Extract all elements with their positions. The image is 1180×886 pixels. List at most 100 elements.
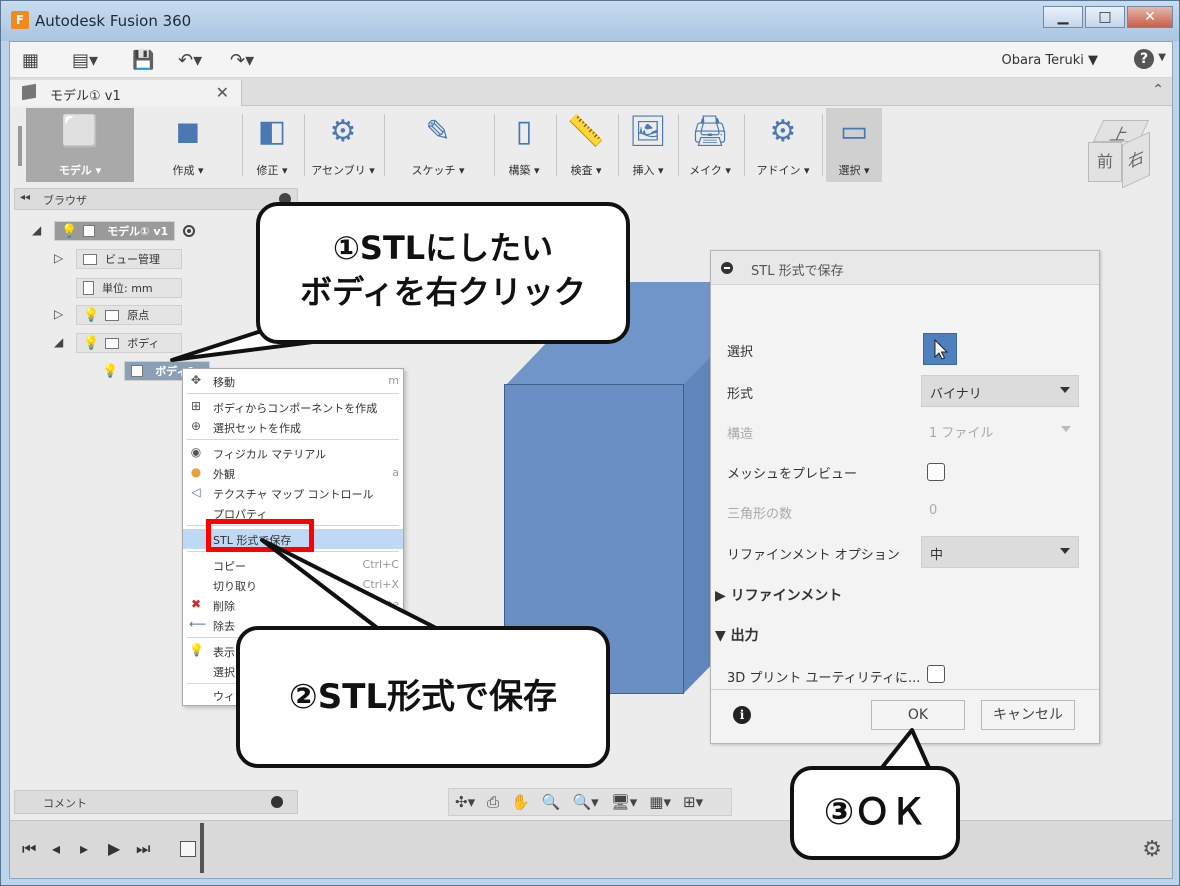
tree-root-row[interactable]: ◢ 💡 モデル① v1: [32, 220, 196, 242]
close-button[interactable]: ✕: [1127, 6, 1173, 28]
ribbon-select-menu[interactable]: ▭ 選択 ▾: [826, 108, 882, 182]
step-forward-icon[interactable]: ▸: [80, 839, 88, 858]
file-menu-icon[interactable]: ▤▾: [72, 50, 98, 71]
ribbon-label-construct: 構築 ▾: [508, 164, 540, 177]
zoom-icon[interactable]: 🔍: [542, 793, 561, 811]
quick-access-toolbar: ▦ ▤▾ 💾 ↶▾ ↷▾ Obara Teruki ▼ ? ▼: [10, 42, 1172, 78]
info-icon[interactable]: i: [733, 706, 751, 724]
settings-gear-icon[interactable]: ⚙: [1142, 837, 1162, 862]
tree-item-view[interactable]: ▷ ビュー管理: [54, 248, 182, 270]
ribbon-make-menu[interactable]: 🖨 メイク ▾: [682, 108, 738, 182]
timeline-body-feature-icon[interactable]: [180, 841, 196, 857]
ribbon-assembly-menu[interactable]: ⚙ アセンブリ ▾: [308, 108, 378, 182]
ribbon-insert-menu[interactable]: 🖼 挿入 ▾: [622, 108, 674, 182]
redo-icon[interactable]: ↷▾: [230, 50, 254, 71]
comments-title: コメント: [43, 797, 87, 810]
tree-item-origin[interactable]: ▷ 💡 原点: [54, 304, 182, 326]
material-sphere-icon: ◉: [190, 445, 202, 459]
ribbon-addins-menu[interactable]: ⚙ アドイン ▾: [748, 108, 818, 182]
tree-node-bodies[interactable]: 💡 ボディ: [76, 333, 182, 353]
ribbon-construct-menu[interactable]: ▯ 構築 ▾: [498, 108, 550, 182]
ribbon-inspect-menu[interactable]: 📏 検査 ▾: [560, 108, 612, 182]
tree-item-label: ビュー管理: [105, 253, 160, 266]
menu-item-create-selection-set[interactable]: ⊕ 選択セットを作成: [183, 417, 403, 437]
format-dropdown[interactable]: バイナリ: [921, 375, 1079, 407]
menu-item-move[interactable]: ✥ 移動 m: [183, 371, 403, 391]
tree-node-origin[interactable]: 💡 原点: [76, 305, 182, 325]
print-utility-checkbox[interactable]: [927, 665, 945, 683]
viewcube-front-face[interactable]: 前: [1088, 142, 1122, 182]
visibility-bulb-icon[interactable]: 💡: [83, 336, 99, 351]
help-icon[interactable]: ?: [1134, 49, 1154, 69]
menu-item-label: ボディからコンポーネントを作成: [213, 402, 378, 415]
menu-item-create-component[interactable]: ⊞ ボディからコンポーネントを作成: [183, 397, 403, 417]
document-tab[interactable]: モデル① v1 ✕: [10, 80, 242, 106]
ribbon-modify-menu[interactable]: ◧ 修正 ▾: [246, 108, 298, 182]
timeline-marker-handle[interactable]: [200, 823, 204, 873]
collapse-arrows-icon[interactable]: ◂◂: [20, 192, 30, 203]
viewports-icon[interactable]: ⊞▾: [683, 793, 703, 811]
go-to-start-icon[interactable]: ⏮: [22, 839, 36, 859]
expand-triangle-icon[interactable]: ◢: [32, 223, 41, 237]
look-at-icon[interactable]: ⎙: [487, 793, 499, 811]
callout-step2: ②STL形式で保存: [236, 626, 610, 768]
tree-item-units[interactable]: 単位: mm: [76, 277, 182, 299]
workspace-model-menu[interactable]: ⬜ モデル ▾: [26, 108, 134, 182]
tree-node-view[interactable]: ビュー管理: [76, 249, 182, 269]
cancel-button[interactable]: キャンセル: [981, 700, 1075, 730]
display-settings-icon[interactable]: 🖥▾: [611, 793, 638, 811]
data-panel-grid-icon[interactable]: ▦: [22, 50, 39, 71]
undo-icon[interactable]: ↶▾: [178, 50, 202, 71]
ribbon-grip-handle[interactable]: [18, 126, 22, 166]
fit-zoom-icon[interactable]: 🔍▾: [573, 793, 599, 811]
active-component-radio[interactable]: [183, 225, 196, 237]
grid-settings-icon[interactable]: ▦▾: [649, 793, 671, 811]
expand-triangle-icon[interactable]: ▷: [54, 307, 63, 321]
menu-item-cut[interactable]: 切り取り Ctrl+X: [183, 575, 403, 595]
help-dropdown-caret-icon[interactable]: ▼: [1158, 52, 1166, 63]
menu-item-copy[interactable]: コピー Ctrl+C: [183, 555, 403, 575]
menu-item-label: フィジカル マテリアル: [213, 448, 327, 461]
ribbon-label-sketch: スケッチ ▾: [411, 164, 465, 177]
ribbon-separator: [556, 114, 557, 176]
ribbon-create-menu[interactable]: ◼ 作成 ▾: [140, 108, 236, 182]
refinement-option-dropdown[interactable]: 中: [921, 536, 1079, 568]
ok-button[interactable]: OK: [871, 700, 965, 730]
select-label: 選択: [727, 345, 754, 360]
menu-item-label: コピー: [213, 560, 246, 573]
add-comment-icon[interactable]: [271, 796, 283, 808]
structure-label: 構造: [727, 427, 754, 442]
menu-item-physical-material[interactable]: ◉ フィジカル マテリアル: [183, 443, 403, 463]
visibility-bulb-icon[interactable]: 💡: [61, 224, 77, 239]
ribbon-sketch-menu[interactable]: ✎ スケッチ ▾: [388, 108, 488, 182]
close-tab-icon[interactable]: ✕: [216, 83, 229, 102]
maximize-button[interactable]: □: [1085, 6, 1125, 28]
collapse-dialog-icon[interactable]: [721, 262, 733, 274]
select-body-button[interactable]: [923, 333, 957, 365]
user-account-menu[interactable]: Obara Teruki ▼: [1002, 53, 1098, 68]
play-icon[interactable]: ▶: [108, 839, 120, 858]
refinement-section-toggle[interactable]: ▶ リファインメント: [715, 585, 842, 605]
tree-node-units[interactable]: 単位: mm: [76, 278, 182, 298]
callout-step3: ③ＯＫ: [790, 766, 960, 860]
expand-triangle-icon[interactable]: ◢: [54, 335, 63, 349]
view-cube[interactable]: 上 前 右: [1084, 120, 1154, 190]
tree-item-bodies[interactable]: ◢ 💡 ボディ: [54, 332, 182, 354]
preview-mesh-checkbox[interactable]: [927, 463, 945, 481]
visibility-bulb-icon[interactable]: 💡: [102, 364, 118, 379]
save-icon[interactable]: 💾: [132, 50, 154, 71]
step-back-icon[interactable]: ◂: [52, 839, 60, 858]
output-section-toggle[interactable]: ▼ 出力: [715, 625, 759, 645]
expand-triangle-icon[interactable]: ▷: [54, 251, 63, 265]
go-to-end-icon[interactable]: ⏭: [136, 839, 150, 859]
comments-panel[interactable]: コメント: [14, 790, 298, 814]
pan-hand-icon[interactable]: ✋: [511, 793, 530, 811]
collapse-icon[interactable]: ⌃: [1152, 82, 1164, 98]
minimize-button[interactable]: ▁: [1043, 6, 1083, 28]
tree-root-node[interactable]: 💡 モデル① v1: [54, 221, 176, 241]
menu-item-delete[interactable]: ✖ 削除 Delete: [183, 595, 403, 615]
menu-item-appearance[interactable]: ● 外観 a: [183, 463, 403, 483]
menu-item-texture-map[interactable]: ◁ テクスチャ マップ コントロール: [183, 483, 403, 503]
visibility-bulb-icon[interactable]: 💡: [83, 308, 99, 323]
orbit-icon[interactable]: ✣▾: [455, 793, 475, 811]
